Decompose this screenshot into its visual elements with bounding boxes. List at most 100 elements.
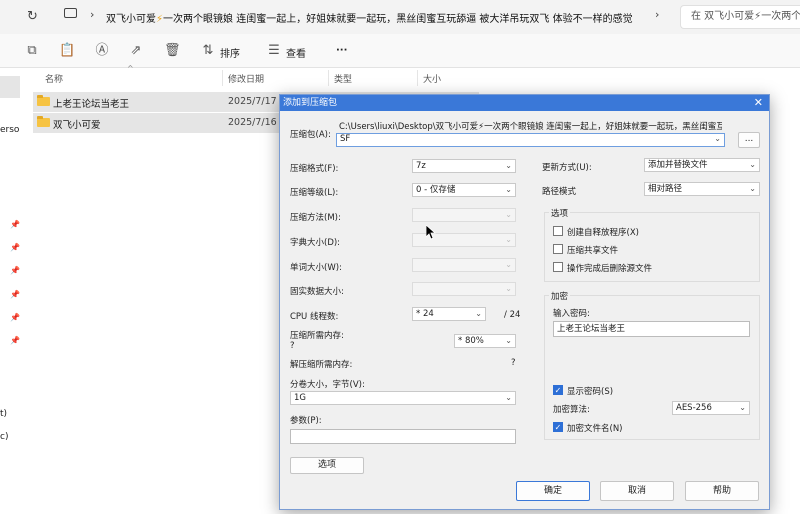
column-divider[interactable] (222, 70, 223, 86)
options-group: 选项 创建自释放程序(X) 压缩共享文件 操作完成后删除源文件 (544, 207, 760, 282)
chevron-down-icon: ⌄ (505, 235, 512, 244)
share-icon[interactable]: ⇗ (128, 43, 144, 59)
ok-button[interactable]: 确定 (516, 481, 590, 501)
copy-icon[interactable]: ⧉ (24, 43, 40, 59)
threads-select[interactable]: * 24 ⌄ (412, 307, 486, 321)
paste-icon[interactable]: 📋 (59, 43, 75, 59)
format-select[interactable]: 7z ⌄ (412, 159, 516, 173)
chevron-down-icon: ⌄ (505, 210, 512, 219)
computer-icon (64, 8, 77, 18)
browse-button[interactable]: ... (738, 132, 760, 148)
show-password-checkbox[interactable]: ✓ (553, 385, 563, 395)
sfx-checkbox[interactable] (553, 226, 563, 236)
chevron-down-icon: ⌄ (505, 260, 512, 269)
delete-icon[interactable]: 🗑 (164, 43, 181, 59)
nav-item-label[interactable]: t) (0, 409, 7, 419)
encryption-group-title: 加密 (549, 290, 571, 302)
shared-checkbox[interactable] (553, 244, 563, 254)
view-icon[interactable]: ☰ (266, 43, 282, 59)
word-label: 单词大小(W): (290, 263, 342, 273)
enc-method-select[interactable]: AES-256 ⌄ (672, 401, 750, 415)
refresh-icon[interactable]: ↻ (27, 9, 38, 24)
breadcrumb-current[interactable]: 一次两个眼镜娘 连闺蜜一起上，好姐妹就要一起玩，黑丝闺蜜互玩舔逼 被大洋吊玩双飞… (163, 14, 633, 24)
nav-item-label[interactable]: erso (0, 125, 19, 135)
mouse-cursor-icon (426, 225, 436, 240)
breadcrumb[interactable]: 双飞小可爱⚡一次两个眼镜娘 连闺蜜一起上，好姐妹就要一起玩，黑丝闺蜜互玩舔逼 被… (106, 10, 666, 24)
nav-item-selected[interactable] (0, 76, 20, 98)
view-button[interactable]: 查看 (286, 45, 306, 60)
mem-decomp-label: 解压缩所需内存: (290, 360, 353, 370)
file-name: 双飞小可爱 (53, 120, 101, 131)
options-button[interactable]: 选项 (290, 457, 364, 474)
sort-button[interactable]: 排序 (220, 45, 240, 60)
column-header-type[interactable]: 类型 (334, 72, 352, 85)
delete-label[interactable]: 操作完成后删除源文件 (567, 262, 652, 274)
pin-icon: 📌 (10, 336, 20, 345)
nav-item-label[interactable]: c) (0, 432, 8, 442)
encryption-group: 加密 输入密码: 上老王论坛当老王 ✓ 显示密码(S) 加密算法: AES-25… (544, 290, 760, 440)
archive-path-field[interactable]: SF ⌄ (336, 133, 725, 147)
cancel-button[interactable]: 取消 (600, 481, 674, 501)
password-input[interactable]: 上老王论坛当老王 (553, 321, 750, 337)
column-header-name[interactable]: 名称 (45, 72, 63, 85)
file-date: 2025/7/17 1 (228, 96, 286, 107)
params-input[interactable] (290, 429, 516, 444)
solid-select[interactable]: ⌄ (412, 282, 516, 296)
archive-path-combo[interactable]: C:\Users\liuxi\Desktop\双飞小可爱⚡一次两个眼镜娘 连闺蜜… (336, 119, 725, 149)
level-select[interactable]: 0 - 仅存储 ⌄ (412, 183, 516, 197)
archive-path-text: C:\Users\liuxi\Desktop\双飞小可爱⚡一次两个眼镜娘 连闺蜜… (339, 122, 722, 132)
folder-icon (37, 95, 50, 106)
method-label: 压缩方法(M): (290, 213, 341, 223)
search-input[interactable]: 在 双飞小可爱⚡一次两个 (680, 5, 800, 29)
pin-icon: 📌 (10, 313, 20, 322)
sfx-label[interactable]: 创建自释放程序(X) (567, 226, 639, 238)
encrypt-names-label[interactable]: 加密文件名(N) (567, 422, 623, 434)
chevron-down-icon: ⌄ (505, 161, 512, 170)
sort-icon[interactable]: ⇅ (200, 43, 216, 59)
rename-icon[interactable]: Ⓐ (94, 43, 110, 59)
password-label: 输入密码: (553, 309, 590, 319)
mem-comp-select[interactable]: * 80% ⌄ (454, 334, 516, 348)
file-date: 2025/7/16 8 (228, 117, 286, 128)
word-select[interactable]: ⌄ (412, 258, 516, 272)
column-header-size[interactable]: 大小 (423, 72, 441, 85)
breadcrumb-folder[interactable]: 双飞小可爱 (106, 14, 156, 24)
help-button[interactable]: 帮助 (685, 481, 759, 501)
close-icon[interactable]: ✕ (754, 95, 763, 111)
chevron-right-icon: › (90, 8, 95, 21)
split-combo[interactable]: 1G ⌄ (290, 391, 516, 405)
archive-path-value: SF (340, 134, 351, 144)
column-divider[interactable] (328, 70, 329, 86)
encrypt-names-checkbox[interactable]: ✓ (553, 422, 563, 432)
folder-icon (37, 116, 50, 127)
update-select[interactable]: 添加并替换文件 ⌄ (644, 158, 760, 172)
params-label: 参数(P): (290, 416, 322, 426)
delete-checkbox[interactable] (553, 262, 563, 272)
dialog-title: 添加到压缩包 (283, 98, 338, 108)
chevron-down-icon: ⌄ (505, 393, 512, 402)
enc-method-label: 加密算法: (553, 405, 590, 415)
method-select[interactable]: ⌄ (412, 208, 516, 222)
update-label: 更新方式(U): (542, 163, 592, 173)
show-password-label[interactable]: 显示密码(S) (567, 385, 613, 397)
level-label: 压缩等级(L): (290, 188, 339, 198)
shared-label[interactable]: 压缩共享文件 (567, 244, 618, 256)
pin-icon: 📌 (10, 266, 20, 275)
mem-comp-label: 压缩所需内存: (290, 331, 344, 341)
chevron-down-icon[interactable]: ⌄ (714, 134, 721, 143)
threads-max: / 24 (504, 310, 521, 320)
column-header-date[interactable]: 修改日期 (228, 72, 264, 85)
chevron-down-icon: ⌄ (505, 185, 512, 194)
search-placeholder: 在 双飞小可爱⚡一次两个 (691, 11, 800, 22)
chevron-down-icon: ⌄ (505, 284, 512, 293)
chevron-down-icon: ⌄ (749, 160, 756, 169)
chevron-down-icon: ⌄ (475, 309, 482, 318)
file-name: 上老王论坛当老王 (53, 99, 130, 110)
more-button[interactable]: ··· (336, 45, 347, 56)
dialog-titlebar[interactable]: 添加到压缩包 ✕ (280, 95, 769, 111)
add-to-archive-dialog: 添加到压缩包 ✕ 压缩包(A): C:\Users\liuxi\Desktop\… (279, 94, 770, 510)
column-divider[interactable] (417, 70, 418, 86)
solid-label: 固实数据大小: (290, 287, 344, 297)
pathmode-select[interactable]: 相对路径 ⌄ (644, 182, 760, 196)
chevron-right-icon: › (655, 8, 660, 21)
